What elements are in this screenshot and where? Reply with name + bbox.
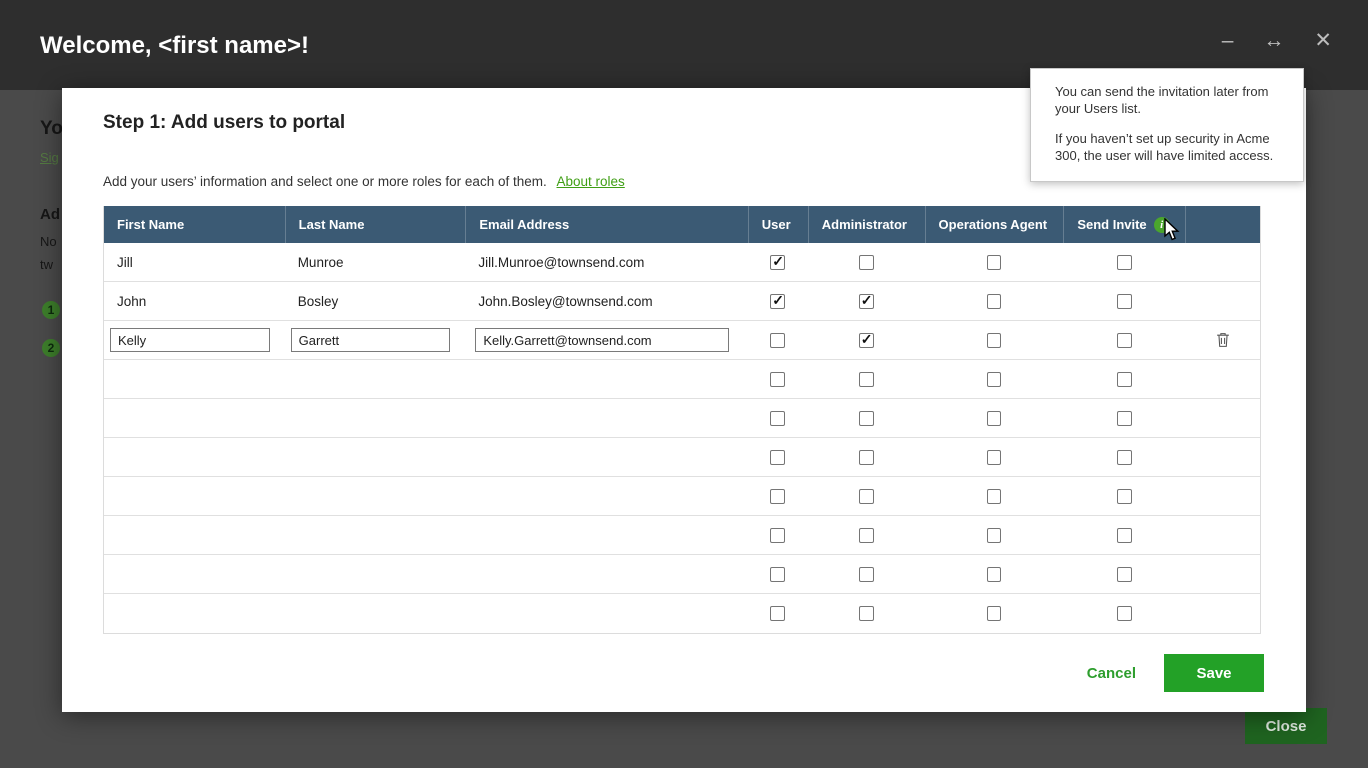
- checkbox-operations-agent[interactable]: [987, 606, 1002, 621]
- checkbox-administrator[interactable]: [859, 489, 874, 504]
- header-administrator: Administrator: [808, 206, 925, 243]
- background-link-partial[interactable]: Sig: [40, 150, 59, 165]
- step-1-badge: 1: [42, 301, 60, 319]
- header-user: User: [748, 206, 808, 243]
- checkbox-administrator[interactable]: [859, 567, 874, 582]
- email-value: Jill.Munroe@townsend.com: [465, 255, 747, 270]
- header-action: [1185, 206, 1260, 243]
- users-table: First Name Last Name Email Address User …: [103, 206, 1261, 634]
- checkbox-operations-agent[interactable]: [987, 294, 1002, 309]
- background-heading-partial: Yo: [40, 118, 63, 140]
- checkbox-operations-agent[interactable]: [987, 528, 1002, 543]
- close-window-icon[interactable]: ✕: [1314, 30, 1332, 51]
- checkbox-send-invite[interactable]: [1117, 333, 1132, 348]
- window-title: Welcome, <first name>!: [40, 32, 309, 60]
- table-row-empty: [104, 594, 1260, 633]
- checkbox-operations-agent[interactable]: [987, 255, 1002, 270]
- checkbox-user[interactable]: [770, 606, 785, 621]
- resize-icon[interactable]: ↔: [1263, 30, 1284, 51]
- close-button[interactable]: Close: [1245, 708, 1327, 744]
- about-roles-link[interactable]: About roles: [557, 174, 625, 189]
- checkbox-operations-agent[interactable]: [987, 450, 1002, 465]
- checkbox-operations-agent[interactable]: [987, 411, 1002, 426]
- checkbox-send-invite[interactable]: [1117, 606, 1132, 621]
- checkbox-administrator[interactable]: [859, 372, 874, 387]
- checkbox-user[interactable]: [770, 294, 785, 309]
- checkbox-operations-agent[interactable]: [987, 567, 1002, 582]
- header-email: Email Address: [465, 206, 747, 243]
- header-last-name: Last Name: [285, 206, 466, 243]
- header-send-invite: Send Invite i: [1063, 206, 1185, 243]
- last-name-value: Munroe: [285, 255, 466, 270]
- tooltip-line-1: You can send the invitation later from y…: [1055, 83, 1287, 117]
- table-row-empty: [104, 516, 1260, 555]
- checkbox-user[interactable]: [770, 255, 785, 270]
- checkbox-send-invite[interactable]: [1117, 528, 1132, 543]
- first-name-value: Jill: [104, 255, 285, 270]
- table-row: Jill Munroe Jill.Munroe@townsend.com: [104, 243, 1260, 282]
- checkbox-operations-agent[interactable]: [987, 372, 1002, 387]
- delete-row-icon[interactable]: [1198, 332, 1247, 348]
- step-2-badge: 2: [42, 339, 60, 357]
- info-icon[interactable]: i: [1154, 217, 1170, 233]
- first-name-input[interactable]: [110, 328, 270, 352]
- table-row-empty: [104, 477, 1260, 516]
- last-name-value: Bosley: [285, 294, 466, 309]
- checkbox-user[interactable]: [770, 333, 785, 348]
- header-first-name: First Name: [104, 206, 285, 243]
- checkbox-user[interactable]: [770, 372, 785, 387]
- checkbox-send-invite[interactable]: [1117, 372, 1132, 387]
- modal-title: Step 1: Add users to portal: [103, 112, 345, 134]
- table-row-empty: [104, 438, 1260, 477]
- email-input[interactable]: [475, 328, 729, 352]
- checkbox-send-invite[interactable]: [1117, 450, 1132, 465]
- checkbox-operations-agent[interactable]: [987, 489, 1002, 504]
- save-button[interactable]: Save: [1164, 654, 1264, 692]
- table-row-empty: [104, 555, 1260, 594]
- checkbox-send-invite[interactable]: [1117, 567, 1132, 582]
- checkbox-send-invite[interactable]: [1117, 294, 1132, 309]
- checkbox-administrator[interactable]: [859, 255, 874, 270]
- checkbox-user[interactable]: [770, 489, 785, 504]
- first-name-value: John: [104, 294, 285, 309]
- table-row: John Bosley John.Bosley@townsend.com: [104, 282, 1260, 321]
- background-text-partial-2: tw: [40, 257, 53, 272]
- checkbox-user[interactable]: [770, 567, 785, 582]
- table-row-editing: [104, 321, 1260, 360]
- minimize-icon[interactable]: –: [1222, 30, 1234, 51]
- checkbox-send-invite[interactable]: [1117, 255, 1132, 270]
- checkbox-administrator[interactable]: [859, 333, 874, 348]
- checkbox-administrator[interactable]: [859, 606, 874, 621]
- last-name-input[interactable]: [291, 328, 450, 352]
- background-subheading-partial: Ad: [40, 206, 60, 223]
- table-row-empty: [104, 399, 1260, 438]
- checkbox-user[interactable]: [770, 528, 785, 543]
- table-header-row: First Name Last Name Email Address User …: [104, 206, 1260, 243]
- table-row-empty: [104, 360, 1260, 399]
- checkbox-administrator[interactable]: [859, 528, 874, 543]
- checkbox-administrator[interactable]: [859, 411, 874, 426]
- background-text-partial-1: No: [40, 234, 57, 249]
- instruction-label: Add your users’ information and select o…: [103, 174, 547, 189]
- checkbox-operations-agent[interactable]: [987, 333, 1002, 348]
- email-value: John.Bosley@townsend.com: [465, 294, 747, 309]
- checkbox-user[interactable]: [770, 411, 785, 426]
- tooltip-line-2: If you haven’t set up security in Acme 3…: [1055, 130, 1287, 164]
- send-invite-tooltip: You can send the invitation later from y…: [1030, 68, 1304, 182]
- checkbox-administrator[interactable]: [859, 294, 874, 309]
- cancel-button[interactable]: Cancel: [1087, 665, 1136, 682]
- checkbox-user[interactable]: [770, 450, 785, 465]
- instruction-text: Add your users’ information and select o…: [103, 174, 625, 189]
- header-operations-agent: Operations Agent: [925, 206, 1064, 243]
- checkbox-send-invite[interactable]: [1117, 411, 1132, 426]
- checkbox-send-invite[interactable]: [1117, 489, 1132, 504]
- checkbox-administrator[interactable]: [859, 450, 874, 465]
- send-invite-label: Send Invite: [1077, 217, 1146, 232]
